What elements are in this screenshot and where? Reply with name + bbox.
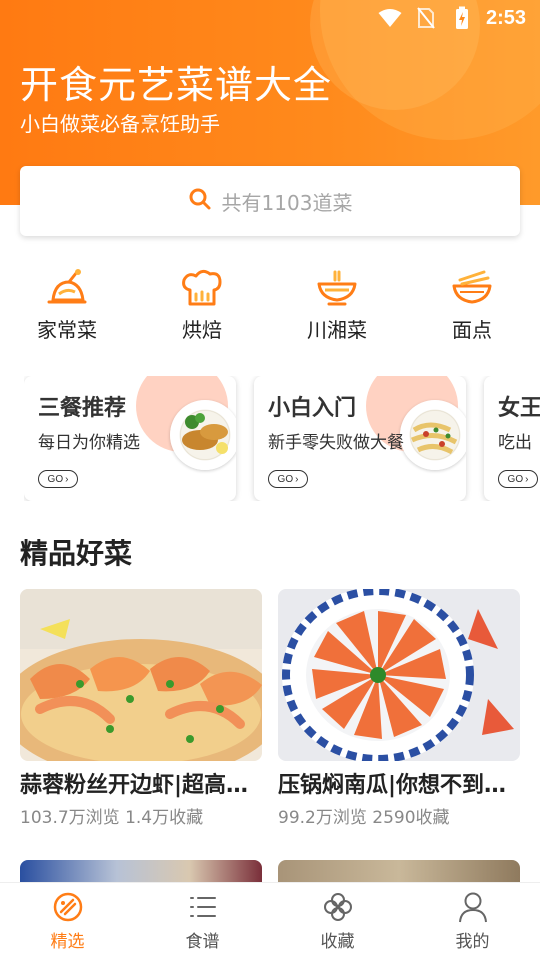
app-title: 开食元艺菜谱大全 <box>20 63 333 107</box>
go-button[interactable]: GO › <box>38 470 78 488</box>
featured-icon <box>52 891 84 923</box>
dish-image <box>400 400 466 470</box>
go-button[interactable]: GO › <box>498 470 538 488</box>
card-desc: 新手零失败做大餐 <box>268 433 404 453</box>
card-title: 小白入门 <box>268 396 357 421</box>
clover-icon <box>322 891 354 923</box>
card-title: 女王 <box>498 396 540 421</box>
tab-profile[interactable]: 我的 <box>405 883 540 960</box>
category-label: 烘焙 <box>182 318 222 342</box>
section-title: 精品好菜 <box>20 537 133 570</box>
category-home-cooking[interactable]: 家常菜 <box>17 268 117 343</box>
tab-label: 收藏 <box>320 932 355 952</box>
wifi-icon <box>378 6 402 30</box>
category-label: 川湘菜 <box>307 318 367 342</box>
go-label: GO <box>277 473 294 485</box>
category-baking[interactable]: 烘焙 <box>152 268 252 343</box>
feature-card-three-meals[interactable]: 三餐推荐 每日为你精选 GO › <box>24 376 236 501</box>
chevron-right-icon: › <box>525 473 529 485</box>
card-desc: 吃出 <box>498 433 532 453</box>
category-noodles[interactable]: 面点 <box>422 268 522 343</box>
recipe-photo-pumpkin <box>278 589 520 761</box>
chevron-right-icon: › <box>295 473 299 485</box>
search-icon <box>188 187 212 215</box>
recipe-card[interactable]: 压锅焖南瓜|你想不到的美味 99.2万浏览 2590收藏 <box>278 589 520 828</box>
feature-card-partial[interactable]: 女王 吃出 GO › <box>484 376 540 501</box>
bottom-tab-bar: 精选 食谱 收藏 我的 <box>0 882 540 960</box>
card-title: 三餐推荐 <box>38 396 127 421</box>
recipe-title: 蒜蓉粉丝开边虾|超高颜值 <box>20 773 262 798</box>
tab-label: 精选 <box>50 932 85 952</box>
search-bar[interactable]: 共有1103道菜 <box>20 166 520 236</box>
tab-featured[interactable]: 精选 <box>0 883 135 960</box>
category-label: 家常菜 <box>37 318 97 342</box>
no-sim-icon <box>414 6 438 30</box>
recipe-stats: 99.2万浏览 2590收藏 <box>278 808 450 828</box>
user-icon <box>457 891 489 923</box>
recipe-title: 压锅焖南瓜|你想不到的美味 <box>278 773 520 798</box>
category-label: 面点 <box>452 318 492 342</box>
recipe-photo-peek <box>20 860 262 884</box>
noodle-bowl-icon <box>450 268 494 308</box>
search-placeholder: 共有1103道菜 <box>221 190 353 215</box>
status-bar: 2:53 <box>378 0 540 36</box>
tab-label: 食谱 <box>185 932 220 952</box>
tab-recipes[interactable]: 食谱 <box>135 883 270 960</box>
go-label: GO <box>47 473 64 485</box>
cooking-pot-icon <box>45 268 89 308</box>
app-screen: 2:53 开食元艺菜谱大全 小白做菜必备烹饪助手 共有1103道菜 家常菜 烘焙 <box>0 0 540 960</box>
status-time: 2:53 <box>485 6 526 29</box>
chevron-right-icon: › <box>65 473 69 485</box>
dish-image <box>170 400 236 470</box>
tab-favorites[interactable]: 收藏 <box>270 883 405 960</box>
go-label: GO <box>507 473 524 485</box>
feature-card-beginner[interactable]: 小白入门 新手零失败做大餐 GO › <box>254 376 466 501</box>
category-sichuan-hunan[interactable]: 川湘菜 <box>287 268 387 343</box>
recipe-card[interactable]: 蒜蓉粉丝开边虾|超高颜值 103.7万浏览 1.4万收藏 <box>20 589 262 828</box>
category-row: 家常菜 烘焙 川湘菜 面点 <box>0 268 540 348</box>
recipe-photo-peek <box>278 860 520 884</box>
feature-card-carousel[interactable]: 三餐推荐 每日为你精选 GO › 小白入门 新手零失败做大餐 GO › 女王 吃出 … <box>24 376 540 501</box>
go-button[interactable]: GO › <box>268 470 308 488</box>
recipe-stats: 103.7万浏览 1.4万收藏 <box>20 808 204 828</box>
app-subtitle: 小白做菜必备烹饪助手 <box>20 112 220 136</box>
bread-icon <box>180 268 224 308</box>
battery-charging-icon <box>450 6 474 30</box>
list-icon <box>187 891 219 923</box>
hotpot-icon <box>315 268 359 308</box>
card-desc: 每日为你精选 <box>38 433 140 453</box>
tab-label: 我的 <box>455 932 490 952</box>
recipe-photo-shrimp <box>20 589 262 761</box>
